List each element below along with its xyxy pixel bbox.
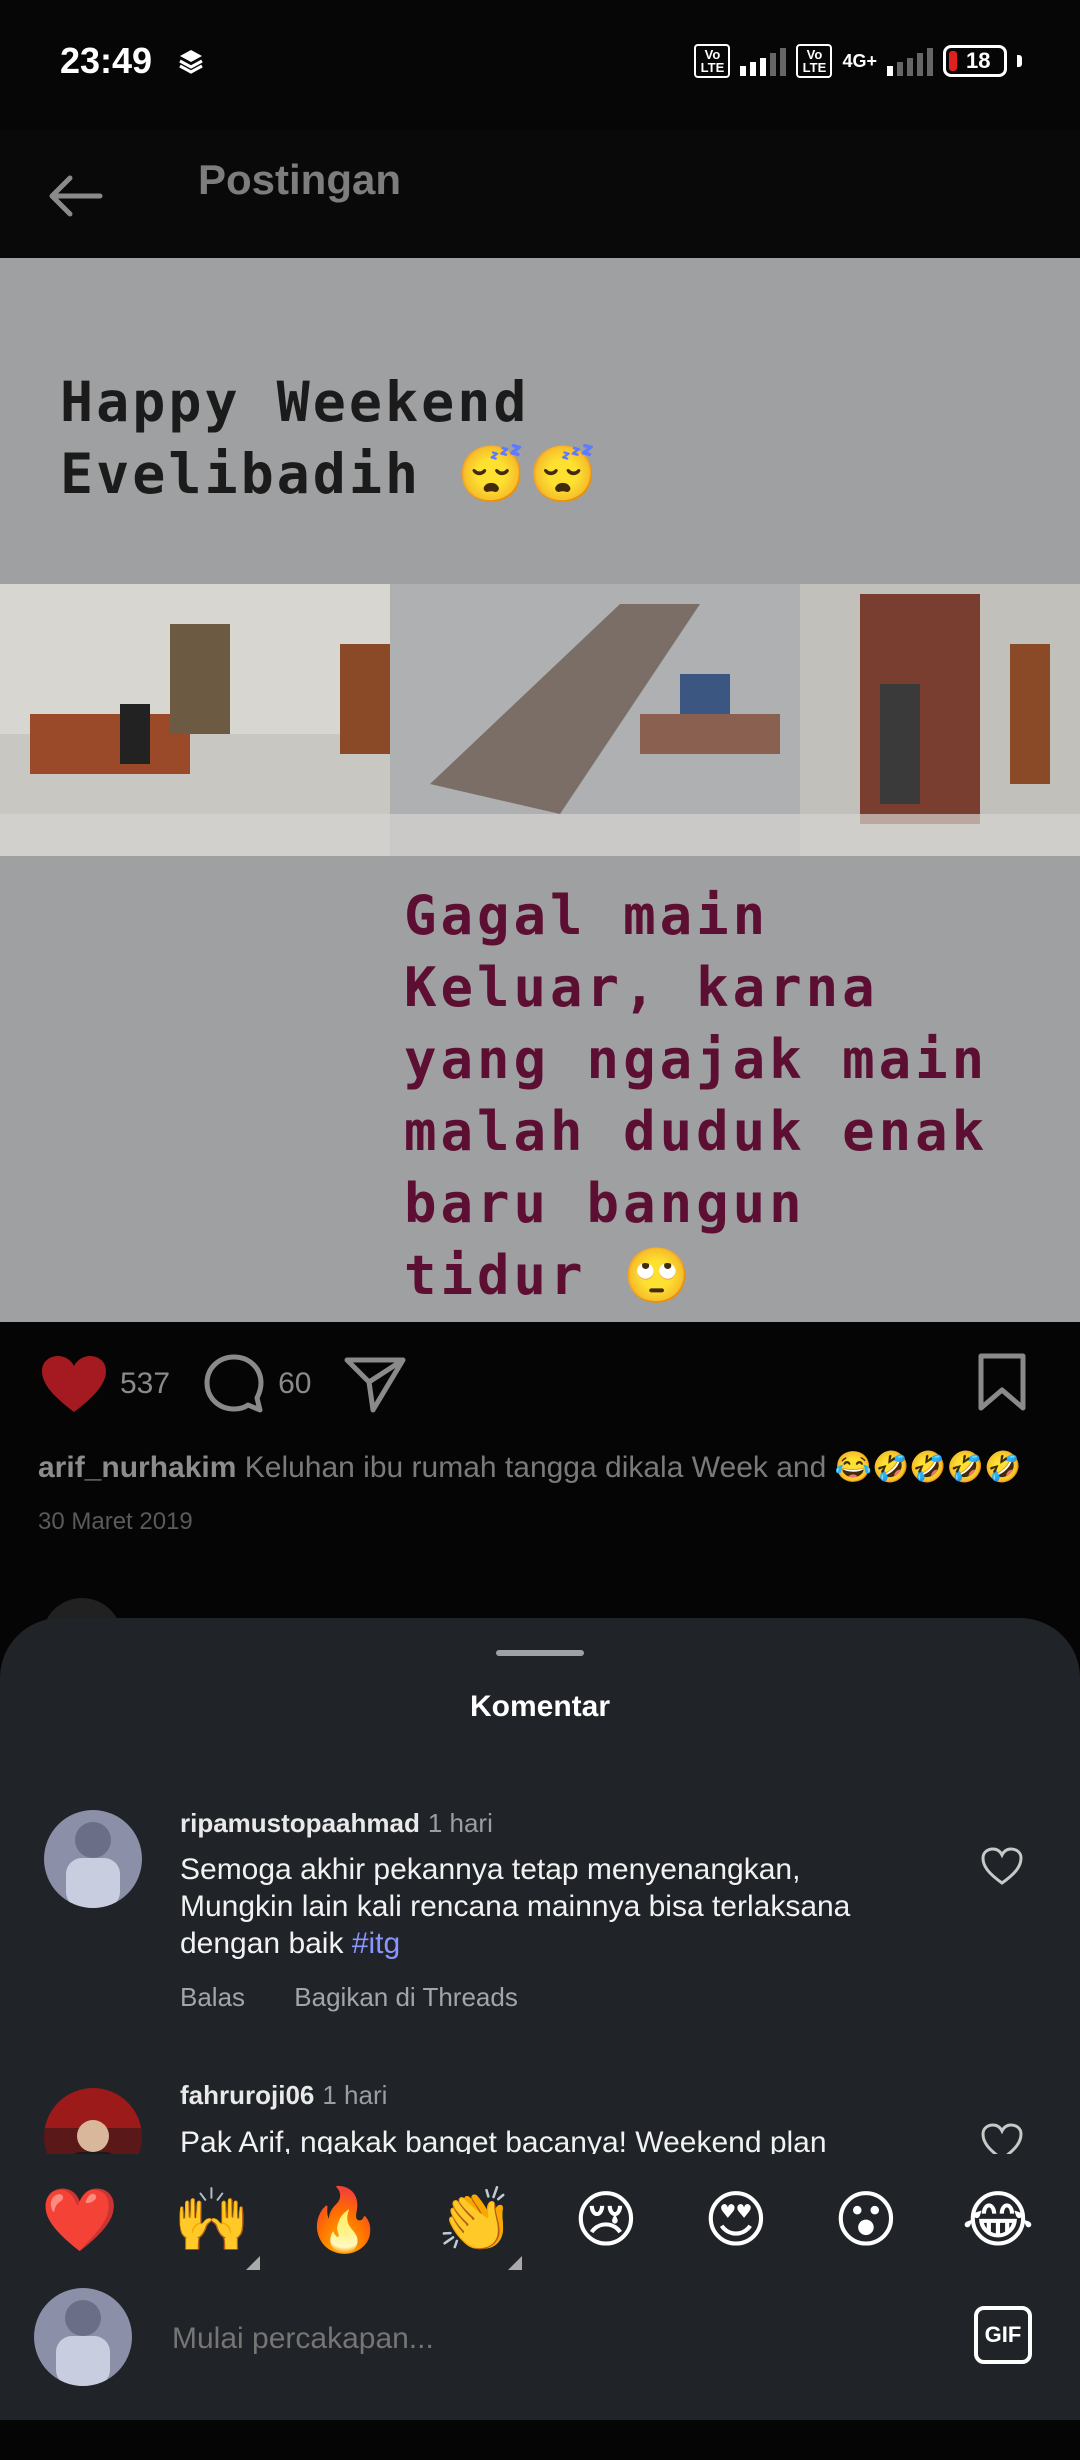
emoji-surprised[interactable]: 😮 — [826, 2180, 906, 2260]
arrow-left-icon[interactable] — [44, 164, 108, 228]
signal-icon — [740, 46, 787, 76]
status-bar: 23:49 Vo LTE Vo LTE 4G+ 18 — [0, 0, 1080, 130]
image-text-line: tidur 🙄 — [404, 1244, 695, 1307]
hashtag-link[interactable]: #itg — [352, 1927, 400, 1960]
battery-tip — [1017, 55, 1022, 67]
page-title: Postingan — [198, 156, 402, 203]
avatar — [34, 2288, 132, 2386]
heart-outline-icon[interactable] — [980, 1846, 1024, 1886]
comment-count[interactable]: 60 — [278, 1367, 311, 1401]
comment-text: Semoga akhir pekannya tetap menyenangkan… — [180, 1851, 920, 1962]
emoji-fire[interactable]: 🔥 — [304, 2180, 384, 2260]
skin-tone-indicator — [508, 2256, 522, 2270]
share-threads-button[interactable]: Bagikan di Threads — [294, 1982, 518, 2012]
comment-input[interactable] — [170, 2316, 914, 2362]
comment-line: dengan baik #itg — [180, 1927, 401, 1960]
skin-tone-indicator — [246, 2256, 260, 2270]
drag-handle[interactable] — [496, 1650, 584, 1656]
username-text[interactable]: fahruroji06 — [180, 2080, 314, 2110]
image-caption-top: Happy Weekend Evelibadih 😴😴 — [60, 366, 600, 510]
comment-line: Mungkin lain kali rencana mainnya bisa t… — [180, 1890, 851, 1923]
comment-actions: Balas Bagikan di Threads — [180, 1982, 560, 2013]
image-text-line: yang ngajak main — [404, 1028, 989, 1091]
emoji-crying[interactable]: 😢 — [566, 2180, 646, 2260]
heart-outline-icon[interactable] — [980, 2122, 1024, 2154]
username-text[interactable]: ripamustopaahmad — [180, 1808, 420, 1838]
network-type: 4G+ — [842, 51, 877, 71]
battery-level: 18 — [966, 48, 991, 73]
comment-line: Semoga akhir pekannya tetap menyenangkan… — [180, 1853, 801, 1886]
emoji-heart[interactable]: ❤️ — [40, 2180, 120, 2260]
post-image[interactable]: Happy Weekend Evelibadih 😴😴 Gagal main K… — [0, 258, 1080, 1322]
status-indicators: Vo LTE Vo LTE 4G+ 18 — [694, 44, 1022, 78]
volte-badge: Vo LTE — [694, 44, 731, 78]
emoji-heart-eyes[interactable]: 😍 — [696, 2180, 776, 2260]
share-icon[interactable] — [343, 1354, 407, 1414]
comment-username[interactable]: ripamustopaahmad 1 hari — [180, 1808, 493, 1839]
image-text-line: Happy Weekend — [60, 370, 530, 434]
comment-icon[interactable] — [202, 1352, 266, 1416]
reply-button[interactable]: Balas — [180, 1982, 245, 2012]
volte-badge-2: Vo LTE — [796, 44, 833, 78]
post-caption: arif_nurhakim Keluhan ibu rumah tangga d… — [38, 1450, 1058, 1485]
system-nav-strip — [0, 2420, 1080, 2460]
signal-icon-2 — [887, 46, 933, 76]
caption-username[interactable]: arif_nurhakim — [38, 1451, 236, 1484]
sheet-title: Komentar — [469, 1690, 611, 1723]
top-app-bar — [0, 130, 1080, 258]
comment-time: 1 hari — [322, 2080, 388, 2110]
image-caption-bottom: Gagal main Keluar, karna yang ngajak mai… — [404, 880, 988, 1312]
status-time: 23:49 — [60, 40, 153, 81]
layers-icon — [179, 50, 203, 74]
image-text-line: Keluar, karna — [404, 956, 879, 1019]
comment-line: Pak Arif, ngakak banget bacanya! Weekend… — [180, 2126, 827, 2154]
emoji-laughing[interactable]: 😂 — [958, 2180, 1038, 2260]
bookmark-icon[interactable] — [976, 1352, 1028, 1412]
emoji-clap[interactable]: 👏 — [436, 2180, 516, 2260]
heart-filled-icon[interactable] — [40, 1354, 108, 1414]
emoji-reaction-bar: ❤️ 🙌 🔥 👏 😢 😍 😮 😂 — [0, 2154, 1080, 2282]
image-text-line: Evelibadih 😴😴 — [60, 442, 601, 506]
panorama-photo — [0, 584, 1080, 856]
comment-composer: GIF — [0, 2282, 1080, 2420]
avatar[interactable] — [44, 1810, 142, 1908]
gif-button[interactable]: GIF — [974, 2306, 1032, 2364]
image-text-line: baru bangun — [404, 1172, 806, 1235]
comment-time: 1 hari — [427, 1808, 493, 1838]
image-text-line: malah duduk enak — [404, 1100, 989, 1163]
comment-text: Pak Arif, ngakak banget bacanya! Weekend… — [180, 2124, 920, 2154]
post-actions: 537 60 — [40, 1352, 407, 1416]
comment-username[interactable]: fahruroji06 1 hari — [180, 2080, 387, 2111]
post-date: 30 Maret 2019 — [38, 1508, 193, 1535]
caption-text: Keluhan ibu rumah tangga dikala Week and… — [244, 1451, 1022, 1484]
emoji-raised-hands[interactable]: 🙌 — [172, 2180, 252, 2260]
battery-icon: 18 — [943, 45, 1007, 77]
image-text-line: Gagal main — [404, 884, 770, 947]
like-count[interactable]: 537 — [120, 1367, 170, 1401]
